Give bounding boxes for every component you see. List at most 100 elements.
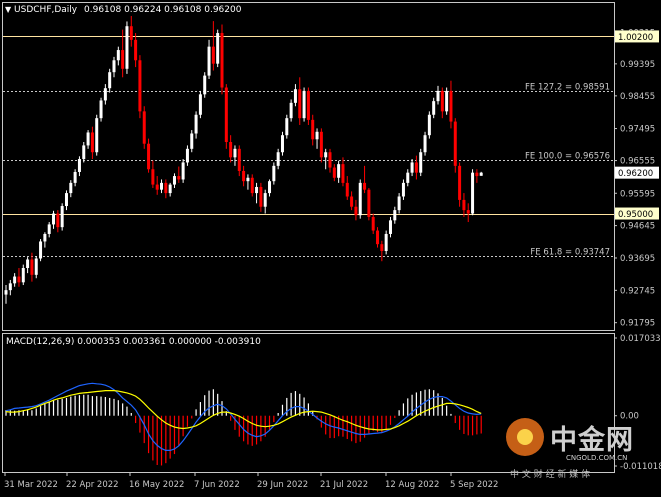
fibo-label: FE 127.2 = 0.98591: [525, 83, 610, 93]
candle-bear: [380, 244, 384, 251]
candle-bull: [233, 148, 237, 158]
candle-bull: [77, 159, 81, 172]
candle-bear: [211, 46, 215, 64]
candle-bull: [272, 165, 276, 182]
candle-bear: [151, 169, 155, 185]
candle-bull: [263, 193, 267, 207]
candle-bull: [181, 162, 185, 180]
candle-bull: [315, 131, 319, 140]
candle-bull: [52, 213, 56, 225]
candle-bear: [453, 121, 457, 166]
candle-bull: [285, 118, 289, 136]
macd-title: MACD(12,26,9) 0.000353 0.003361 0.000000…: [6, 337, 261, 347]
date-tick-label: 22 Apr 2022: [66, 480, 119, 490]
candle-bull: [4, 290, 8, 295]
candle-bull: [406, 172, 410, 183]
candle-bear: [311, 119, 315, 140]
candle-bear: [164, 182, 168, 194]
ohlc-readout: 0.96108 0.96224 0.96108 0.96200: [84, 5, 242, 15]
macd-tick-label: 0.017033: [620, 334, 661, 344]
candle-bull: [60, 206, 64, 228]
candle-bear: [56, 213, 60, 228]
candle-bear: [367, 189, 371, 217]
candle-bear: [363, 182, 367, 190]
candle-bear: [250, 177, 254, 194]
candle-bull: [95, 118, 99, 153]
candle-bear: [341, 164, 345, 183]
candle-bear: [328, 152, 332, 168]
candle-bull: [99, 100, 103, 119]
date-tick-label: 16 May 2022: [129, 480, 184, 490]
candle-bull: [384, 233, 388, 251]
chart-header: ▼ USDCHF,Daily 0.96108 0.96224 0.96108 0…: [5, 5, 241, 15]
candle-bull: [216, 33, 220, 64]
candle-bear: [462, 199, 466, 211]
candle-bear: [17, 276, 21, 283]
candle-bull: [172, 176, 176, 185]
candle-bear: [298, 89, 302, 119]
candle-bull: [43, 233, 47, 242]
candle-bull: [255, 186, 259, 194]
candle-bull: [168, 184, 172, 194]
price-tick-label: 0.91795: [620, 319, 655, 329]
candle-bull: [198, 94, 202, 115]
candle-bear: [30, 259, 34, 275]
candle-bear: [371, 216, 375, 231]
candle-bull: [280, 135, 284, 153]
dropdown-arrow-icon[interactable]: ▼: [5, 5, 11, 14]
candle-bear: [319, 131, 323, 158]
date-tick-label: 12 Aug 2022: [385, 480, 439, 490]
candle-bear: [224, 87, 228, 143]
date-tick-label: 7 Jun 2022: [194, 480, 240, 490]
candle-bull: [8, 283, 12, 291]
candle-bull: [479, 172, 483, 176]
date-tick-label: 5 Sep 2022: [450, 480, 498, 490]
fibo-label: FE 100.0 = 0.96576: [525, 152, 610, 162]
watermark: 中金网 CNGOLD.COM.CN 中 文 财 经 新 媒 体: [500, 414, 658, 484]
candle-bear: [242, 170, 246, 182]
candle-bull: [268, 181, 272, 194]
fibo-label: FE 61.8 = 0.93747: [530, 248, 610, 258]
candle-bear: [440, 90, 444, 112]
candle-bull: [246, 177, 250, 182]
candle-bear: [332, 167, 336, 178]
candle-bear: [142, 111, 146, 144]
watermark-brand: 中金网: [550, 425, 634, 456]
date-tick-label: 29 Jun 2022: [257, 480, 308, 490]
candle-bull: [82, 145, 86, 160]
candle-bull: [388, 220, 392, 234]
candle-bear: [345, 182, 349, 197]
candle-bull: [276, 152, 280, 166]
level-price-tag-label: 0.95000: [618, 210, 653, 220]
candle-bear: [449, 90, 453, 122]
candle-bull: [34, 258, 38, 275]
candle-bull: [108, 72, 112, 89]
candle-bear: [475, 172, 479, 177]
candle-bull: [423, 135, 427, 153]
candle-bull: [86, 132, 90, 146]
candle-bull: [73, 171, 77, 183]
candle-bear: [306, 90, 310, 120]
candle-bull: [125, 26, 129, 69]
candle-bull: [47, 224, 51, 234]
candle-bear: [129, 26, 133, 40]
candle-bear: [121, 50, 125, 69]
price-tick-label: 0.99395: [620, 60, 655, 70]
candle-bull: [64, 193, 68, 207]
candle-bull: [358, 182, 362, 216]
candle-bear: [466, 210, 470, 214]
candle-bull: [185, 148, 189, 163]
candle-bull: [13, 276, 17, 284]
current-price-label: 0.96200: [618, 169, 653, 179]
candle-bull: [427, 114, 431, 136]
candle-bear: [237, 148, 241, 171]
watermark-logo-inner: [517, 429, 533, 445]
candle-bull: [293, 89, 297, 103]
price-tick-label: 0.94645: [620, 222, 655, 232]
chart-window[interactable]: FE 127.2 = 0.98591 FE 100.0 = 0.96576 FE 6…: [0, 0, 661, 493]
candle-bull: [21, 268, 25, 283]
candle-bull: [190, 133, 194, 149]
date-tick-label: 31 Mar 2022: [4, 480, 58, 490]
candle-bull: [445, 90, 449, 112]
candle-bull: [69, 182, 73, 194]
